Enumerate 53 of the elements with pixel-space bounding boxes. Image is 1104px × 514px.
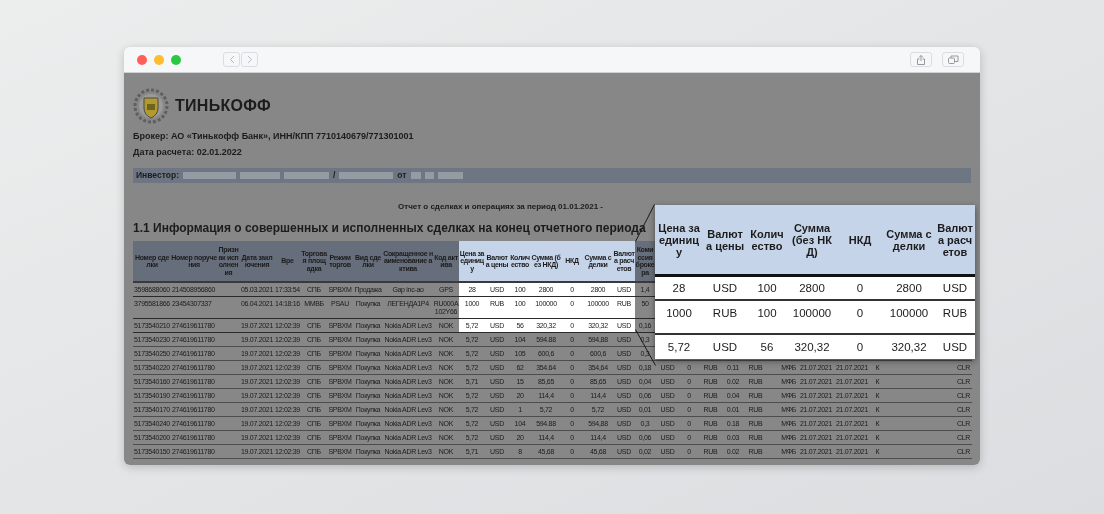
column-header: НКД [847, 232, 873, 248]
redacted-text [182, 172, 236, 179]
table-cell-text: 56 [759, 340, 775, 354]
table-cell-text: USD [941, 340, 969, 354]
table-cell-text: 2800 [895, 281, 923, 295]
logo-text: ТИНЬКОФФ [175, 96, 272, 116]
tabs-button[interactable] [942, 52, 964, 67]
minimize-button[interactable] [154, 54, 164, 65]
table-cell-text: 100000 [888, 307, 930, 320]
tabs-icon [947, 55, 959, 64]
date-prefix: от [397, 169, 407, 182]
redacted-text [283, 172, 329, 179]
redacted-text [339, 172, 394, 179]
separator-text: / [332, 169, 336, 182]
table-cell-text: 100000 [791, 307, 833, 320]
table-cell-text: 0 [855, 340, 865, 354]
table-cell-text: USD [711, 340, 739, 354]
column-header: Цена за единицу [657, 220, 701, 260]
table-cell-text: RUB [711, 307, 739, 320]
table-cell-text: USD [941, 281, 969, 295]
column-header: Сумма сделки [885, 226, 933, 254]
table-cell-text: USD [711, 281, 739, 295]
chevron-left-icon [228, 55, 235, 64]
settlement-date: Дата расчета: 02.01.2022 [133, 147, 243, 157]
redacted-text [437, 172, 463, 179]
redacted-text [239, 172, 280, 179]
column-header: Сумма (без НКД) [791, 220, 833, 260]
table-cell-text: 100 [756, 281, 778, 295]
table-cell-text: 320,32 [793, 340, 831, 354]
share-button[interactable] [910, 52, 932, 67]
table-cell-text: 28 [671, 281, 687, 295]
table-cell-text: 0 [855, 281, 865, 295]
investor-label: Инвестор: [136, 169, 179, 182]
share-icon [917, 54, 925, 65]
column-header: Количество [749, 226, 785, 254]
table-cell-text: 100 [756, 307, 778, 320]
broker-info: Брокер: АО «Тинькофф Банк», ИНН/КПП 7710140679/771301001 [133, 131, 415, 141]
chevron-right-icon [246, 55, 253, 64]
zoom-button[interactable] [171, 54, 181, 65]
redacted-text [424, 172, 434, 179]
leader-line [635, 329, 656, 366]
table-cell-text: 320,32 [890, 340, 928, 354]
redacted-text [410, 172, 421, 179]
column-header: Валюта расчетов [936, 220, 974, 260]
table-cell-text: RUB [941, 307, 969, 320]
table-cell-text: 2800 [798, 281, 826, 295]
table-cell-text: 1000 [665, 307, 693, 320]
table-cell-text: 0 [855, 307, 865, 320]
logo-emblem-icon [133, 88, 169, 124]
column-header: Валюта цены [704, 226, 746, 254]
report-title: Отчет о сделках и операциях за период 01.01.2021 - [397, 202, 605, 211]
table-cell-text: 5,72 [666, 340, 692, 354]
close-button[interactable] [137, 54, 147, 65]
